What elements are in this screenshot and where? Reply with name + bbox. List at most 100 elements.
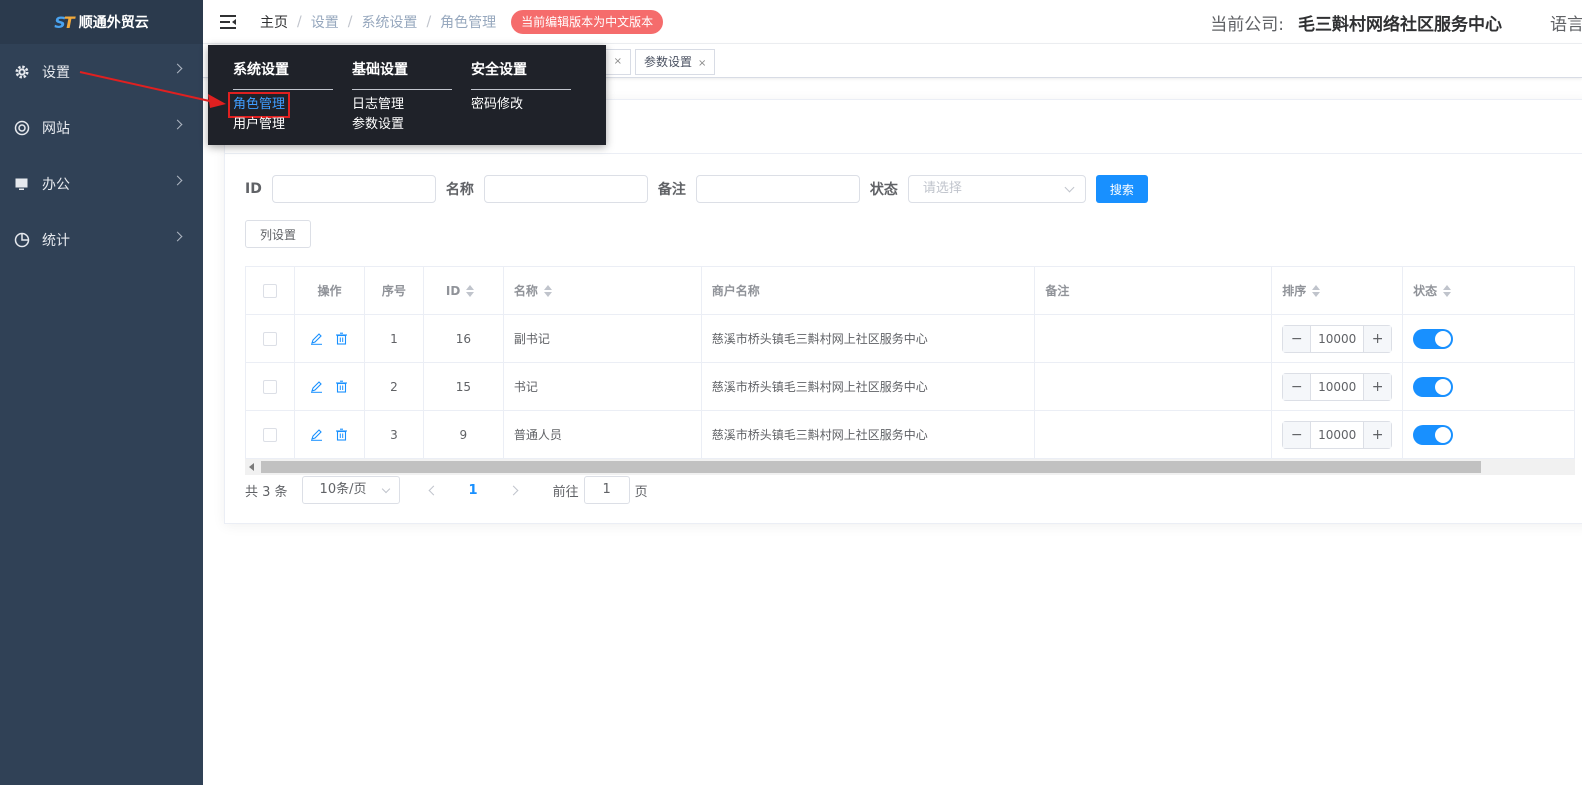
tag-label: 参数设置 [644, 55, 693, 69]
next-page-icon[interactable] [508, 485, 519, 495]
main-card: ID 名称 备注 状态 请选择 搜索 列设置 操作 序号 ID 名称 商户名称 … [224, 99, 1582, 524]
row-checkbox[interactable] [262, 427, 277, 442]
app-logo[interactable]: ST 顺通外贸云 [0, 0, 203, 44]
menu-item-change-password[interactable]: 密码修改 [471, 95, 571, 115]
sort-stepper[interactable]: − 10000 + [1282, 420, 1393, 449]
header-status[interactable]: 状态 [1403, 267, 1575, 314]
increment-button[interactable]: + [1363, 373, 1392, 400]
breadcrumb-settings[interactable]: 设置 [311, 12, 339, 32]
sort-icon[interactable] [1312, 284, 1321, 297]
scroll-left-arrow-icon[interactable] [249, 463, 254, 471]
decrement-button[interactable]: − [1283, 325, 1312, 352]
status-toggle[interactable] [1413, 424, 1454, 445]
prev-page-icon[interactable] [428, 485, 438, 495]
menu-item-user-management[interactable]: 用户管理 [233, 115, 333, 135]
delete-icon[interactable] [335, 332, 348, 345]
breadcrumb-home[interactable]: 主页 [260, 12, 288, 32]
row-status-cell [1403, 363, 1575, 410]
row-remark [1035, 315, 1273, 362]
status-toggle[interactable] [1413, 376, 1454, 397]
sort-icon[interactable] [543, 284, 552, 297]
row-checkbox[interactable] [262, 379, 277, 394]
header-name[interactable]: 名称 [504, 267, 702, 314]
menu-item-params-settings[interactable]: 参数设置 [352, 115, 452, 135]
delete-icon[interactable] [335, 428, 348, 441]
increment-button[interactable]: + [1363, 421, 1392, 448]
header-merchant: 商户名称 [702, 267, 1036, 314]
menu-item-role-management[interactable]: 角色管理 [227, 92, 291, 118]
row-checkbox[interactable] [262, 331, 277, 346]
sidebar: ST 顺通外贸云 设置 网站 办公 统计 [0, 0, 203, 785]
sort-stepper[interactable]: − 10000 + [1282, 324, 1393, 353]
header-select-all [246, 267, 295, 314]
horizontal-scrollbar[interactable] [245, 459, 1575, 475]
edit-icon[interactable] [310, 332, 323, 345]
menu-toggle-icon[interactable] [220, 14, 238, 29]
header-id[interactable]: ID [424, 267, 504, 314]
lifebuoy-icon [14, 120, 30, 136]
row-merchant: 慈溪市桥头镇毛三斢村网上社区服务中心 [702, 363, 1036, 410]
tag-params-settings[interactable]: 参数设置 × [635, 49, 716, 75]
search-form: ID 名称 备注 状态 请选择 搜索 [245, 174, 1148, 204]
status-select-placeholder: 请选择 [922, 181, 962, 196]
search-button[interactable]: 搜索 [1095, 175, 1148, 203]
header-name-label: 名称 [513, 284, 538, 298]
divider [233, 89, 333, 90]
close-icon[interactable]: × [698, 58, 706, 69]
delete-icon[interactable] [335, 380, 348, 393]
remark-input[interactable] [695, 175, 860, 203]
row-merchant: 慈溪市桥头镇毛三斢村网上社区服务中心 [702, 315, 1036, 362]
page-size-select[interactable]: 10条/页 [301, 476, 400, 504]
edit-icon[interactable] [310, 380, 323, 393]
increment-button[interactable]: + [1363, 325, 1392, 352]
sort-value[interactable]: 10000 [1311, 428, 1363, 442]
chevron-right-icon [172, 63, 183, 74]
row-status-cell [1403, 411, 1575, 458]
status-select[interactable]: 请选择 [907, 175, 1086, 203]
current-page[interactable]: 1 [469, 483, 478, 498]
sort-stepper[interactable]: − 10000 + [1282, 372, 1393, 401]
row-remark [1035, 411, 1273, 458]
id-input[interactable] [271, 175, 436, 203]
table-row: 3 9 普通人员 慈溪市桥头镇毛三斢村网上社区服务中心 − 10000 + [246, 411, 1575, 459]
table-row: 1 16 副书记 慈溪市桥头镇毛三斢村网上社区服务中心 − 10000 + [246, 315, 1575, 363]
sidebar-item-label: 办公 [42, 177, 70, 193]
monitor-icon [14, 176, 30, 192]
name-input[interactable] [483, 175, 648, 203]
sort-value[interactable]: 10000 [1311, 332, 1363, 346]
status-toggle[interactable] [1413, 328, 1454, 349]
decrement-button[interactable]: − [1283, 421, 1312, 448]
remark-label: 备注 [657, 182, 686, 198]
row-sort-cell: − 10000 + [1272, 411, 1404, 458]
row-actions-cell [295, 411, 365, 458]
scrollbar-thumb[interactable] [261, 461, 1481, 473]
language-selector[interactable]: 语言 [1550, 10, 1582, 35]
divider [352, 89, 452, 90]
breadcrumb-system-settings[interactable]: 系统设置 [361, 12, 417, 32]
gear-icon [14, 64, 30, 80]
row-id: 15 [424, 363, 504, 410]
company-name[interactable]: 毛三斢村网络社区服务中心 [1298, 15, 1502, 35]
top-header: 主页 / 设置 / 系统设置 / 角色管理 当前编辑版本为中文版本 当前公司: 毛… [203, 0, 1582, 44]
breadcrumb-separator: / [347, 13, 353, 30]
sidebar-item-office[interactable]: 办公 [0, 156, 203, 212]
sort-value[interactable]: 10000 [1311, 380, 1363, 394]
menu-item-log-management[interactable]: 日志管理 [352, 95, 452, 115]
header-sort[interactable]: 排序 [1272, 267, 1404, 314]
page-suffix: 页 [634, 484, 648, 500]
mega-heading: 系统设置 [233, 62, 289, 78]
edit-icon[interactable] [310, 428, 323, 441]
sidebar-item-statistics[interactable]: 统计 [0, 212, 203, 268]
decrement-button[interactable]: − [1283, 373, 1312, 400]
select-all-checkbox[interactable] [262, 283, 277, 298]
close-icon[interactable]: × [614, 50, 622, 74]
page-size-value: 10条/页 [319, 482, 367, 497]
sidebar-item-website[interactable]: 网站 [0, 100, 203, 156]
mega-column-security: 安全设置 密码修改 [471, 59, 571, 115]
sidebar-item-settings[interactable]: 设置 [0, 44, 203, 100]
sidebar-item-label: 设置 [42, 65, 70, 81]
goto-page-input[interactable]: 1 [583, 476, 630, 504]
column-settings-button[interactable]: 列设置 [245, 220, 312, 248]
sort-icon[interactable] [1443, 284, 1452, 297]
sort-icon[interactable] [466, 284, 475, 297]
